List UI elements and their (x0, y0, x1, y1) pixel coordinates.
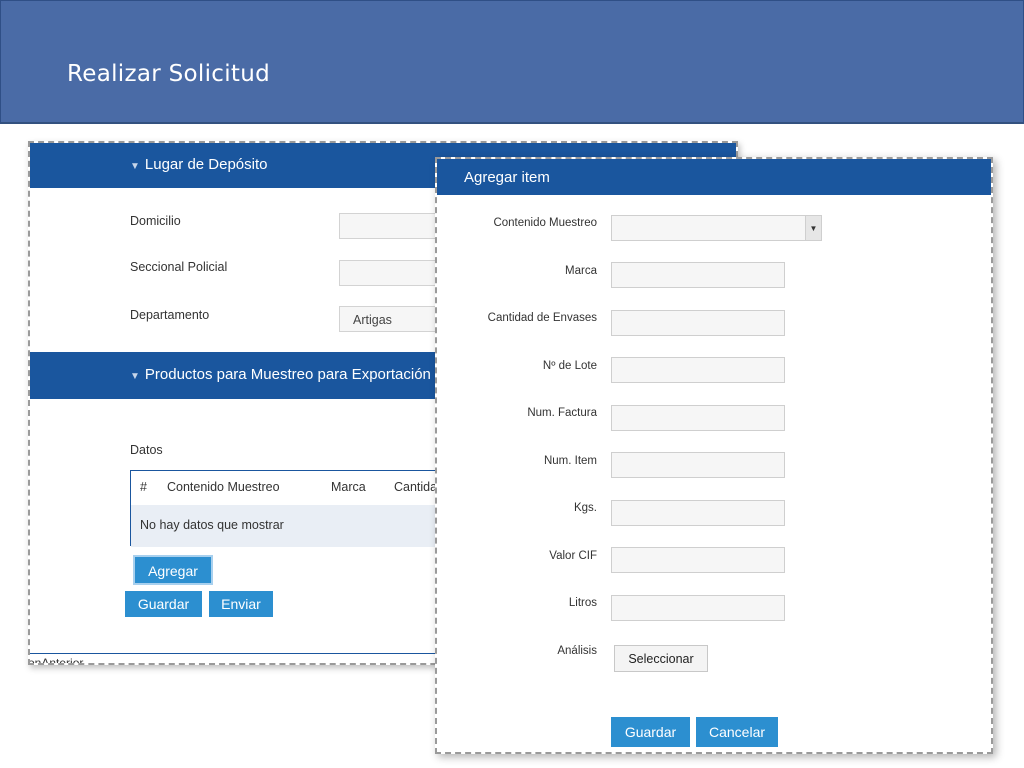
valor-cif-input[interactable] (611, 547, 785, 573)
column-header-marca[interactable]: Marca (331, 480, 366, 494)
modal-cancelar-button[interactable]: Cancelar (696, 717, 778, 747)
modal-guardar-button[interactable]: Guardar (611, 717, 690, 747)
column-header-contenido[interactable]: Contenido Muestreo (167, 480, 280, 494)
litros-label: Litros (568, 597, 597, 609)
datos-label: Datos (130, 443, 163, 457)
contenido-muestreo-select[interactable]: ▼ (611, 215, 822, 241)
num-factura-label: Num. Factura (527, 407, 597, 419)
datos-table: # Contenido Muestreo Marca Cantida No ha… (130, 470, 461, 547)
table-empty-row: No hay datos que mostrar (131, 505, 461, 547)
num-lote-input[interactable] (611, 357, 785, 383)
section-productos-title: Productos para Muestreo para Exportación (144, 366, 431, 383)
marca-input[interactable] (611, 262, 785, 288)
section-lugar-deposito-title: Lugar de Depósito (144, 156, 268, 173)
page-title: Realizar Solicitud (67, 61, 270, 87)
departamento-value: Artigas (353, 313, 392, 327)
dropdown-arrow-icon[interactable]: ▼ (805, 216, 821, 240)
agregar-item-modal: Agregar item Contenido Muestreo ▼ Marca … (435, 157, 993, 754)
title-bar: Realizar Solicitud (0, 0, 1024, 124)
column-header-cantidad[interactable]: Cantida (394, 480, 437, 494)
modal-header: Agregar item (437, 159, 991, 195)
modal-title: Agregar item (464, 169, 550, 186)
seccional-policial-label: Seccional Policial (130, 260, 228, 274)
column-header-number[interactable]: # (140, 480, 147, 494)
domicilio-label: Domicilio (130, 214, 181, 228)
caret-down-icon: ▼ (130, 161, 140, 172)
contenido-muestreo-label: Contenido Muestreo (493, 217, 597, 229)
guardar-button[interactable]: Guardar (125, 591, 202, 617)
kgs-input[interactable] (611, 500, 785, 526)
num-item-input[interactable] (611, 452, 785, 478)
litros-input[interactable] (611, 595, 785, 621)
marca-label: Marca (565, 265, 597, 277)
departamento-label: Departamento (130, 308, 210, 322)
num-factura-input[interactable] (611, 405, 785, 431)
num-item-label: Num. Item (543, 455, 597, 467)
seleccionar-button[interactable]: Seleccionar (614, 645, 708, 672)
empty-message: No hay datos que mostrar (140, 518, 284, 532)
cantidad-envases-input[interactable] (611, 310, 785, 336)
valor-cif-label: Valor CIF (549, 550, 597, 562)
cantidad-envases-label: Cantidad de Envases (487, 312, 597, 324)
analisis-label: Análisis (557, 645, 597, 657)
num-lote-label: Nº de Lote (542, 360, 597, 372)
caret-down-icon: ▼ (130, 371, 140, 382)
kgs-label: Kgs. (573, 502, 597, 514)
agregar-button[interactable]: Agregar (133, 555, 213, 585)
enviar-button[interactable]: Enviar (209, 591, 273, 617)
